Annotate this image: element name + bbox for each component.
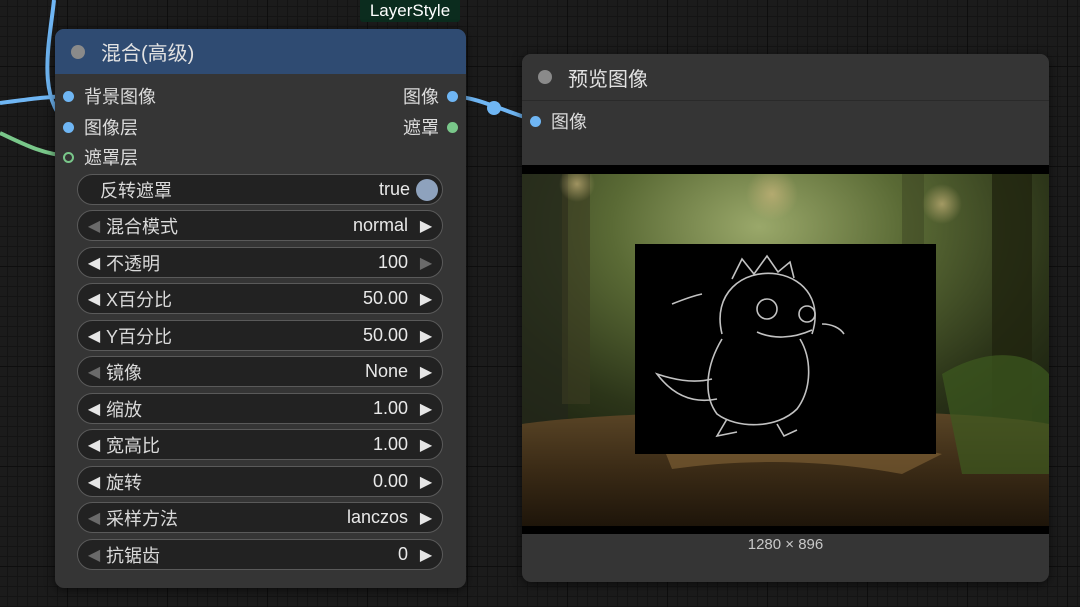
input-slot-icon[interactable] xyxy=(530,115,541,127)
arrow-right-icon[interactable]: ▶ xyxy=(416,289,436,309)
invert-mask-toggle[interactable]: 反转遮罩 true xyxy=(77,174,443,205)
arrow-left-icon[interactable]: ◀ xyxy=(84,435,104,455)
input-image[interactable]: 图像 xyxy=(530,109,587,133)
arrow-left-icon[interactable]: ◀ xyxy=(84,326,104,346)
input-label: 图像层 xyxy=(84,118,138,138)
input-image-layer[interactable]: 图像层 xyxy=(63,115,138,139)
arrow-right-icon[interactable]: ▶ xyxy=(416,399,436,419)
widget-value: 50.00 xyxy=(362,325,408,345)
arrow-right-icon[interactable]: ▶ xyxy=(416,216,436,236)
widget-y-percent[interactable]: ◀ Y百分比 50.00 ▶ xyxy=(77,320,443,351)
arrow-right-icon[interactable]: ▶ xyxy=(416,326,436,346)
preview-image-area[interactable] xyxy=(522,165,1049,534)
widget-label: 缩放 xyxy=(106,399,142,420)
output-label: 遮罩 xyxy=(403,118,439,138)
widget-label: 不透明 xyxy=(106,253,160,274)
widget-value: 0.00 xyxy=(372,471,408,491)
blend-advanced-node[interactable]: 混合(高级) 背景图像 图像层 遮罩层 图像 遮罩 反转遮罩 true ◀ 混合… xyxy=(55,29,466,588)
arrow-left-icon[interactable]: ◀ xyxy=(84,253,104,273)
widget-label: 旋转 xyxy=(106,472,142,493)
arrow-right-icon[interactable]: ▶ xyxy=(416,362,436,382)
node-title: 混合(高级) xyxy=(101,43,195,65)
widget-label: 抗锯齿 xyxy=(106,545,160,566)
widget-value: true xyxy=(378,179,410,199)
widget-label: 镜像 xyxy=(106,362,142,383)
arrow-left-icon[interactable]: ◀ xyxy=(84,399,104,419)
arrow-right-icon[interactable]: ▶ xyxy=(416,508,436,528)
output-mask[interactable]: 遮罩 xyxy=(403,115,458,139)
input-mask-layer[interactable]: 遮罩层 xyxy=(63,145,138,169)
toggle-knob-icon[interactable] xyxy=(416,178,438,201)
widget-label: 混合模式 xyxy=(106,216,178,237)
output-slot-icon[interactable] xyxy=(447,90,458,102)
arrow-left-icon[interactable]: ◀ xyxy=(84,362,104,382)
widget-label: 反转遮罩 xyxy=(100,180,172,201)
input-slot-icon[interactable] xyxy=(63,121,74,133)
node-header[interactable]: 混合(高级) xyxy=(55,29,466,74)
widget-opacity[interactable]: ◀ 不透明 100 ▶ xyxy=(77,247,443,278)
preview-image-node[interactable]: 预览图像 图像 1280 × 896 xyxy=(522,54,1049,582)
arrow-left-icon[interactable]: ◀ xyxy=(84,216,104,236)
group-title-tag[interactable]: LayerStyle xyxy=(360,0,460,22)
group-title: LayerStyle xyxy=(369,1,451,20)
arrow-left-icon[interactable]: ◀ xyxy=(84,545,104,565)
widget-value: lanczos xyxy=(346,507,408,527)
wire-reroute-dot xyxy=(487,101,501,115)
widget-value: normal xyxy=(352,215,408,235)
widget-label: Y百分比 xyxy=(106,326,173,347)
arrow-left-icon[interactable]: ◀ xyxy=(84,472,104,492)
arrow-left-icon[interactable]: ◀ xyxy=(84,289,104,309)
widget-x-percent[interactable]: ◀ X百分比 50.00 ▶ xyxy=(77,283,443,314)
widget-aspect-ratio[interactable]: ◀ 宽高比 1.00 ▶ xyxy=(77,429,443,460)
arrow-right-icon[interactable]: ▶ xyxy=(416,253,436,273)
status-dot-icon[interactable] xyxy=(538,70,552,84)
arrow-right-icon[interactable]: ▶ xyxy=(416,545,436,565)
widget-value: 50.00 xyxy=(362,288,408,308)
node-title: 预览图像 xyxy=(568,68,648,91)
widget-value: None xyxy=(364,361,408,381)
output-slot-icon[interactable] xyxy=(447,121,458,133)
preview-image xyxy=(522,174,1049,526)
widget-label: 采样方法 xyxy=(106,508,178,529)
widget-blend-mode[interactable]: ◀ 混合模式 normal ▶ xyxy=(77,210,443,241)
node-header[interactable]: 预览图像 xyxy=(522,54,1049,101)
arrow-right-icon[interactable]: ▶ xyxy=(416,472,436,492)
widget-value: 0 xyxy=(397,544,408,564)
status-dot-icon[interactable] xyxy=(71,44,85,59)
widget-label: 宽高比 xyxy=(106,435,160,456)
image-size-caption: 1280 × 896 xyxy=(747,536,824,553)
arrow-left-icon[interactable]: ◀ xyxy=(84,508,104,528)
output-label: 图像 xyxy=(403,87,439,107)
widget-sampling-method[interactable]: ◀ 采样方法 lanczos ▶ xyxy=(77,502,443,533)
widget-antialias[interactable]: ◀ 抗锯齿 0 ▶ xyxy=(77,539,443,570)
input-label: 遮罩层 xyxy=(84,148,138,168)
input-label: 背景图像 xyxy=(84,87,156,107)
widget-value: 1.00 xyxy=(372,434,408,454)
widget-scale[interactable]: ◀ 缩放 1.00 ▶ xyxy=(77,393,443,424)
widget-mirror[interactable]: ◀ 镜像 None ▶ xyxy=(77,356,443,387)
forest-background-image xyxy=(522,174,1049,526)
input-background-image[interactable]: 背景图像 xyxy=(63,84,156,108)
widget-rotate[interactable]: ◀ 旋转 0.00 ▶ xyxy=(77,466,443,497)
input-label: 图像 xyxy=(551,112,587,132)
input-slot-icon[interactable] xyxy=(63,90,74,102)
widget-label: X百分比 xyxy=(106,289,173,310)
arrow-right-icon[interactable]: ▶ xyxy=(416,435,436,455)
widget-value: 1.00 xyxy=(372,398,408,418)
output-image[interactable]: 图像 xyxy=(403,84,458,108)
widget-value: 100 xyxy=(377,252,408,272)
input-slot-icon[interactable] xyxy=(63,151,74,163)
